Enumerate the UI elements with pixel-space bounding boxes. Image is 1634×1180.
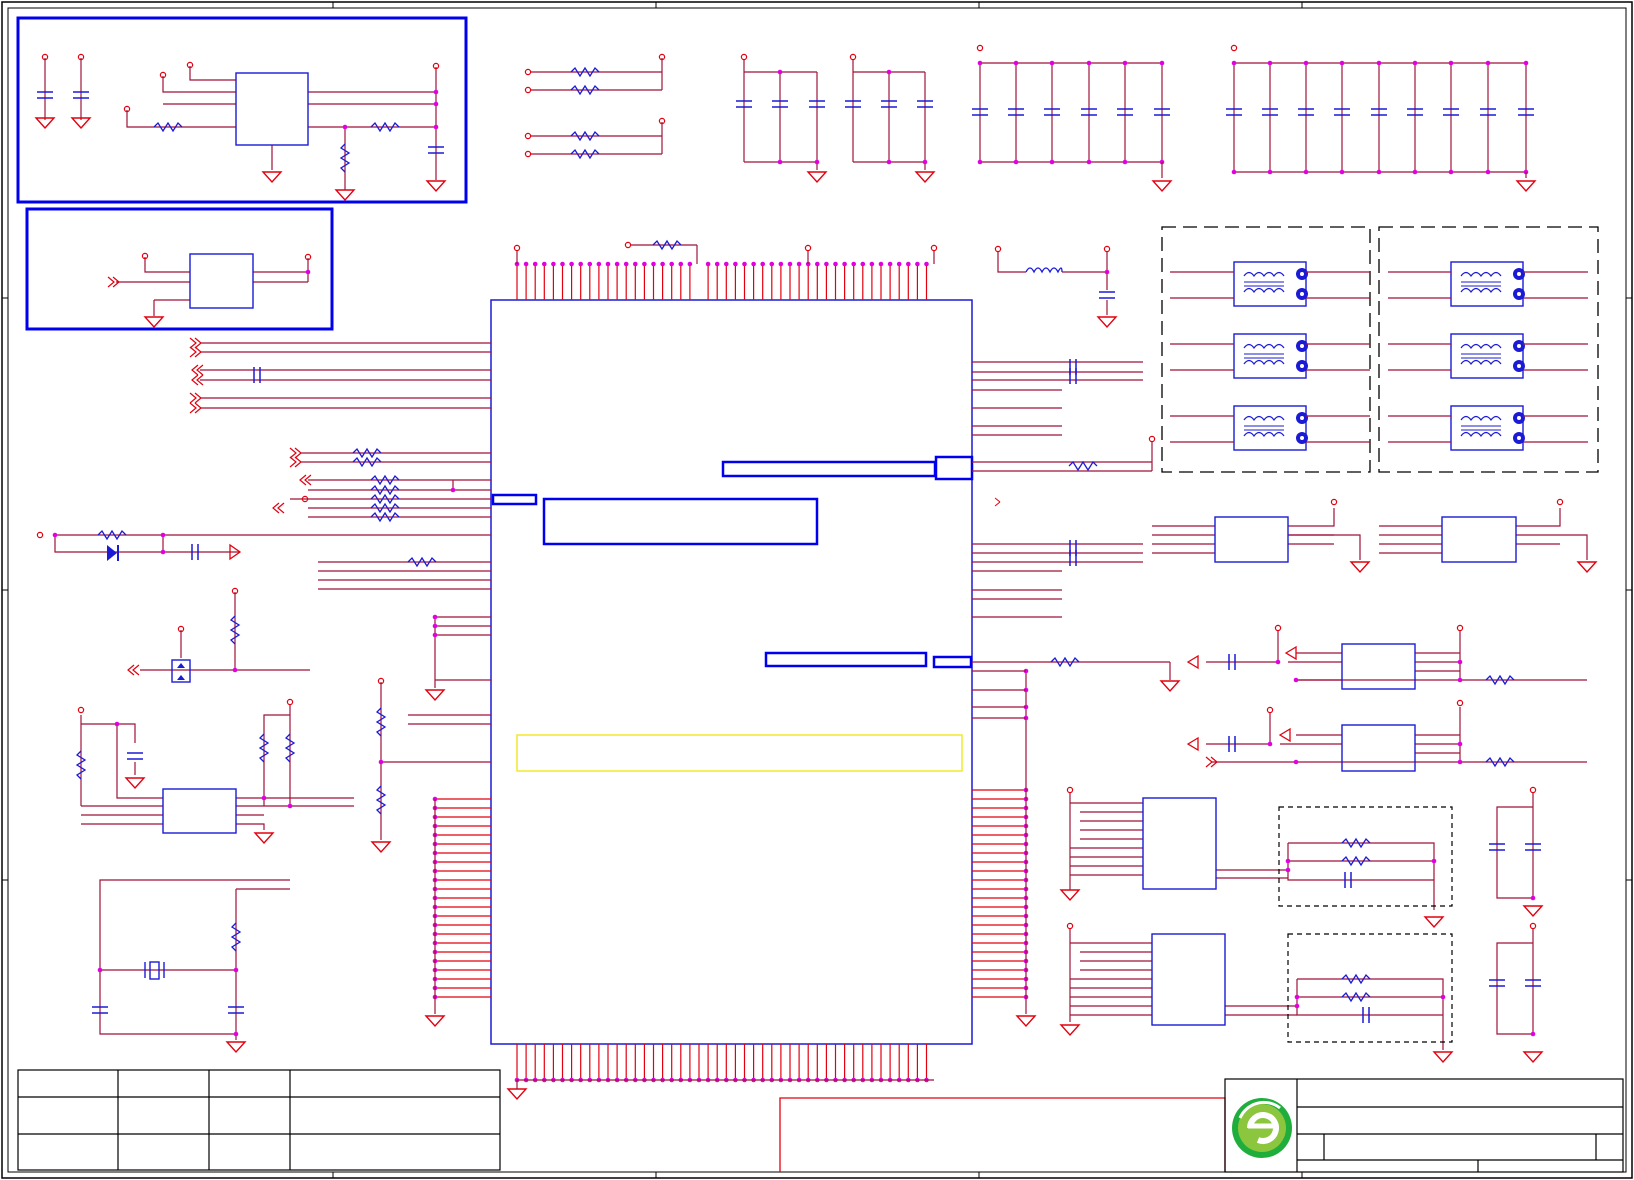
drawing-frame [1,1,1633,1179]
magnetics-transformer-groups [1161,226,1599,473]
main-processor-ic [490,299,974,1045]
lower-right-drivers [1060,786,1543,1063]
top-pin-resistor [513,240,938,264]
mosfet-icon [171,659,191,683]
pullup-resistors-top [524,53,666,159]
ic-right-side-connections [972,245,1180,719]
notes-frame [779,1097,1226,1172]
crystal-oscillator [91,879,290,1053]
left-address-bus [425,796,491,1027]
ic-bottom-pins [507,1044,934,1100]
power-regulator-block [16,16,468,204]
buffer-ic-left [76,698,354,844]
decoupling-capacitor-banks [735,44,1536,192]
ic-top-pins [514,251,935,300]
mosfet-circuit [127,587,310,683]
schematic-sheet [1,1,1633,1179]
reset-ic-block [25,207,334,331]
diode-icon [107,545,119,561]
right-data-bus [972,668,1036,1027]
revision-table [17,1069,501,1171]
right-transceivers [1152,498,1597,573]
right-level-shifters [1186,624,1587,772]
left-io-signals [36,337,491,590]
company-logo-icon [1232,1098,1292,1158]
